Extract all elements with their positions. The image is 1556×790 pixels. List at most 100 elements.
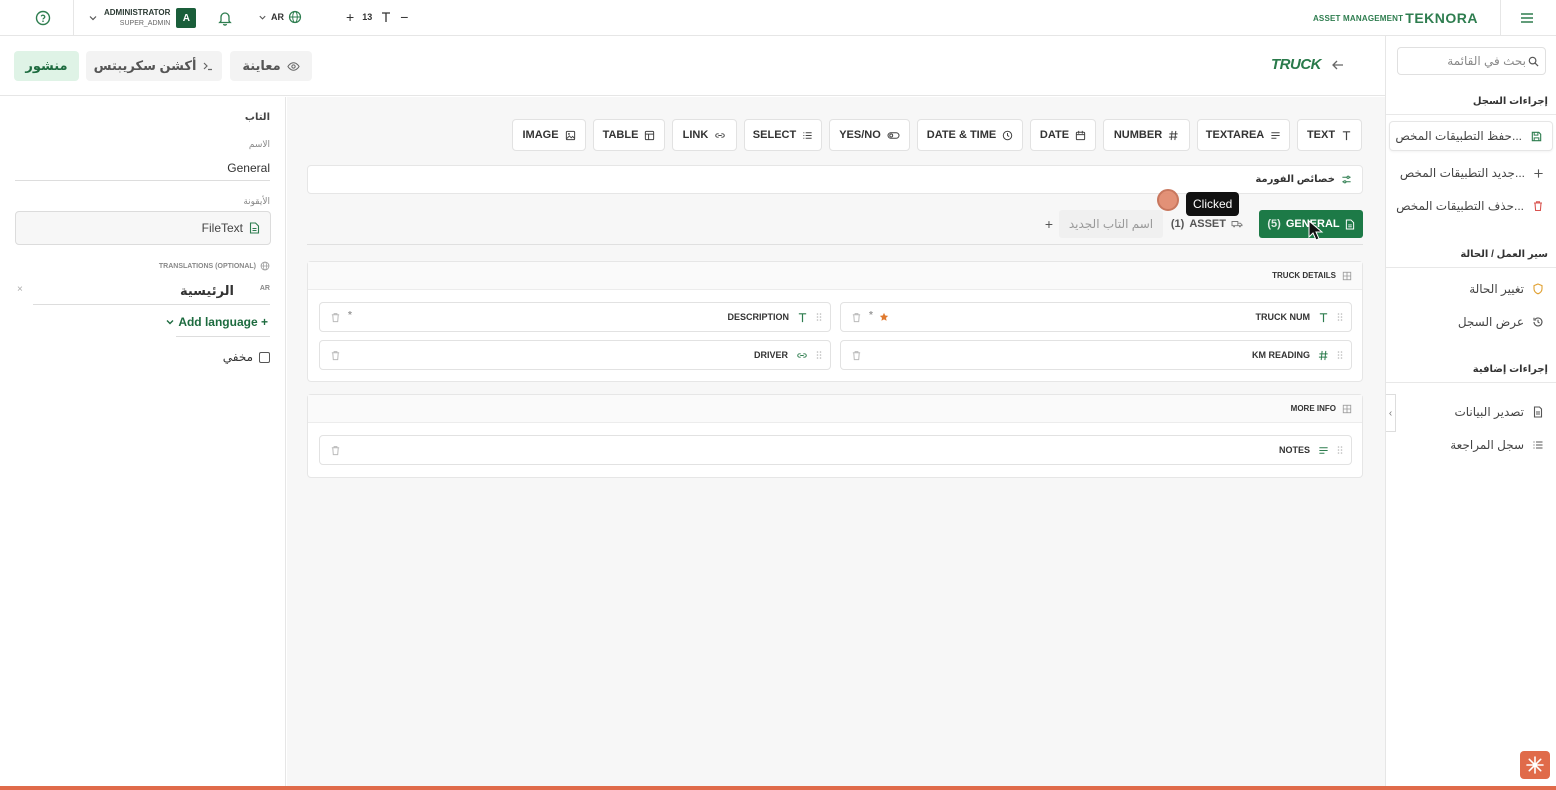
bottom-accent-bar <box>0 786 1556 790</box>
sidebar-item-save[interactable]: حفظ التطبيقات المخص... <box>1389 121 1553 151</box>
sidebar-item-change-status[interactable]: تغيير الحالة <box>1469 282 1544 296</box>
sidebar-item-label: عرض السجل <box>1457 315 1524 329</box>
brand-logo[interactable]: ASSET MANAGEMENT TEKNORA <box>1313 10 1478 26</box>
tab-count: (5) <box>1267 218 1281 230</box>
field-type-yesno[interactable]: YES/NO <box>829 119 910 151</box>
sidebar-item-audit-log[interactable]: سجل المراجعة <box>1450 438 1544 452</box>
add-tab-button[interactable]: + <box>1045 216 1053 232</box>
preview-button[interactable]: معاينة <box>230 51 312 81</box>
field-type-label: LINK <box>682 129 709 141</box>
tab-properties-panel: التاب الاسم General الأيقونة FileText TR… <box>0 97 286 790</box>
field-type-table[interactable]: TABLE <box>593 119 665 151</box>
field-km-reading[interactable]: KM READING <box>840 340 1352 370</box>
field-driver[interactable]: DRIVER <box>319 340 831 370</box>
remove-translation-icon[interactable]: × <box>17 284 23 295</box>
icon-picker[interactable]: FileText <box>15 211 271 245</box>
trash-icon[interactable] <box>330 350 341 361</box>
avatar[interactable]: A <box>176 8 197 28</box>
user-menu[interactable]: ADMINISTRATOR SUPER_ADMIN A <box>88 4 197 32</box>
trash-icon[interactable] <box>851 350 862 361</box>
search-placeholder: بحث في القائمة <box>1447 54 1526 68</box>
sidebar-item-new[interactable]: جديد التطبيقات المخص... <box>1400 166 1544 180</box>
field-type-link[interactable]: LINK <box>672 119 737 151</box>
panel-title: التاب <box>244 112 270 123</box>
name-field[interactable]: General <box>227 161 270 175</box>
trash-icon[interactable] <box>851 312 862 323</box>
field-label: NOTES <box>1278 445 1310 455</box>
drag-handle-icon[interactable] <box>1337 445 1343 455</box>
help-icon[interactable] <box>33 8 53 28</box>
sidebar-item-label: تغيير الحالة <box>1469 282 1524 296</box>
field-type-label: YES/NO <box>839 129 881 141</box>
sidebar-item-label: جديد التطبيقات المخص... <box>1399 166 1525 180</box>
user-name: ADMINISTRATOR <box>104 8 171 17</box>
hidden-checkbox[interactable] <box>259 351 270 363</box>
chevron-down-icon <box>166 320 174 325</box>
text-icon <box>1342 130 1351 140</box>
chevron-down-icon <box>259 15 266 20</box>
file-text-icon <box>249 222 260 234</box>
font-decrease-button[interactable]: − <box>400 9 408 25</box>
field-notes[interactable]: NOTES <box>319 435 1352 465</box>
drag-handle-icon[interactable] <box>816 312 822 322</box>
trash-icon[interactable] <box>330 445 341 456</box>
language-switcher[interactable]: AR <box>258 10 302 24</box>
form-section-truck-details: TRUCK DETAILS * TRUCK NUM * DESCRIPTION … <box>307 261 1363 382</box>
field-type-textarea[interactable]: TEXTAREA <box>1197 119 1290 151</box>
name-label: الاسم <box>248 139 270 149</box>
hidden-toggle[interactable]: مخفي <box>223 350 270 364</box>
new-tab-input[interactable]: اسم التاب الجديد <box>1059 210 1163 238</box>
translation-row: × الرئيسية AR <box>15 281 270 303</box>
save-icon <box>1531 131 1542 141</box>
mouse-cursor-icon <box>1308 220 1324 241</box>
calendar-icon <box>1075 130 1086 140</box>
add-language-button[interactable]: Add language + <box>165 315 268 329</box>
chevron-down-icon <box>89 16 97 21</box>
field-type-select[interactable]: SELECT <box>744 119 822 151</box>
sidebar-item-export[interactable]: تصدير البيانات <box>1454 405 1544 419</box>
record-actions-title: إجراءات السجل <box>1472 96 1548 107</box>
field-type-label: TABLE <box>602 129 639 141</box>
hamburger-menu-icon[interactable] <box>1518 9 1536 27</box>
page-title-text: TRUCK <box>1271 56 1322 73</box>
translation-value[interactable]: الرئيسية <box>180 283 234 299</box>
drag-handle-icon[interactable] <box>1337 350 1343 360</box>
toggle-icon <box>887 131 900 139</box>
field-type-datetime[interactable]: DATE & TIME <box>917 119 1023 151</box>
field-type-image[interactable]: IMAGE <box>512 119 586 151</box>
arrow-back-icon[interactable] <box>1331 58 1345 72</box>
action-scripts-button[interactable]: أكشن سكريبتس <box>86 51 222 81</box>
form-properties-label: خصائص الفورمة <box>1255 174 1335 185</box>
font-increase-button[interactable]: + <box>346 9 354 25</box>
font-size-value: 13 <box>362 12 373 22</box>
field-type-number[interactable]: NUMBER <box>1103 119 1190 151</box>
shield-icon <box>1533 283 1543 295</box>
field-truck-num[interactable]: * TRUCK NUM <box>840 302 1352 332</box>
publish-button[interactable]: منشور <box>14 51 79 81</box>
field-label: TRUCK NUM <box>1255 312 1311 322</box>
field-type-date[interactable]: DATE <box>1030 119 1096 151</box>
sidebar-item-delete[interactable]: حذف التطبيقات المخص... <box>1396 199 1544 213</box>
sidebar-item-view-history[interactable]: عرض السجل <box>1458 315 1544 329</box>
star-icon <box>879 312 889 321</box>
file-icon <box>1533 406 1543 418</box>
drag-handle-icon[interactable] <box>1337 312 1343 322</box>
sidebar-search-input[interactable]: بحث في القائمة <box>1397 47 1546 75</box>
assistant-launcher-icon[interactable] <box>1520 751 1550 779</box>
sidebar-collapse-handle[interactable]: ‹ <box>1386 394 1396 432</box>
drag-handle-icon[interactable] <box>816 350 822 360</box>
right-sidebar: بحث في القائمة إجراءات السجل حفظ التطبيق… <box>1385 36 1556 790</box>
font-size-control: + 13 − <box>346 9 408 25</box>
user-role: SUPER_ADMIN <box>119 20 171 27</box>
field-type-text[interactable]: TEXT <box>1297 119 1362 151</box>
editor-header: منشور أكشن سكريبتس معاينة TRUCK <box>0 36 1385 96</box>
form-properties-bar[interactable]: خصائص الفورمة <box>307 165 1363 194</box>
language-code: AR <box>271 12 284 22</box>
field-type-label: IMAGE <box>522 129 559 141</box>
bell-icon[interactable] <box>216 9 234 27</box>
field-description[interactable]: * DESCRIPTION <box>319 302 831 332</box>
trash-icon[interactable] <box>330 312 341 323</box>
divider <box>33 304 270 305</box>
section-header[interactable]: MORE INFO <box>308 395 1362 423</box>
section-header[interactable]: TRUCK DETAILS <box>308 262 1362 290</box>
